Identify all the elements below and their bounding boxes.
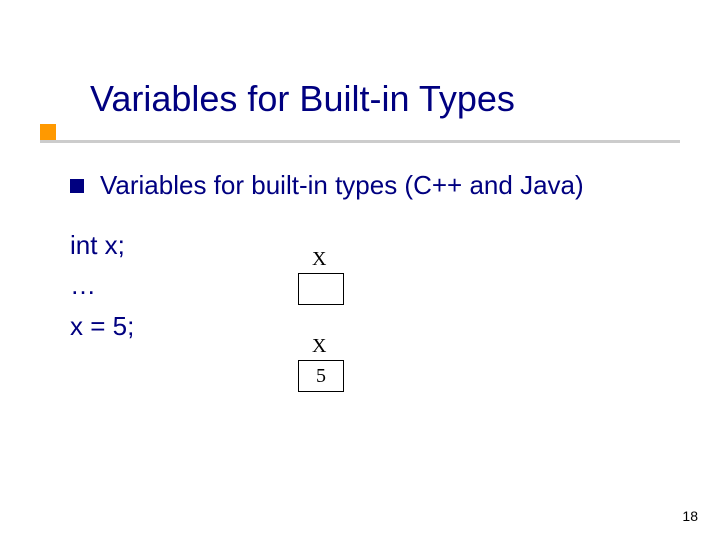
title-accent-box xyxy=(40,124,56,140)
code-line-1: int x; xyxy=(70,225,680,265)
diagram-box-1 xyxy=(298,273,344,305)
slide: Variables for Built-in Types Variables f… xyxy=(0,0,720,540)
code-line-3: x = 5; xyxy=(70,306,680,346)
slide-title: Variables for Built-in Types xyxy=(90,78,515,119)
code-line-2: … xyxy=(70,265,680,305)
title-underline xyxy=(40,140,680,143)
bullet-text-1: Variables for built-in types (C++ and Ja… xyxy=(100,170,584,201)
title-block: Variables for Built-in Types xyxy=(90,78,680,138)
diagram-group-1: X xyxy=(298,248,344,305)
bullet-row-1: Variables for built-in types (C++ and Ja… xyxy=(70,170,680,201)
bullet-icon xyxy=(70,179,84,193)
page-number: 18 xyxy=(682,508,698,524)
diagram-box-2: 5 xyxy=(298,360,344,392)
body-area: Variables for built-in types (C++ and Ja… xyxy=(70,170,680,346)
diagram-label-1: X xyxy=(312,248,344,271)
code-block: int x; … x = 5; xyxy=(70,225,680,346)
diagram-label-2: X xyxy=(312,335,344,358)
diagram-group-2: X 5 xyxy=(298,335,344,392)
diagram-area: X X 5 xyxy=(298,248,344,392)
